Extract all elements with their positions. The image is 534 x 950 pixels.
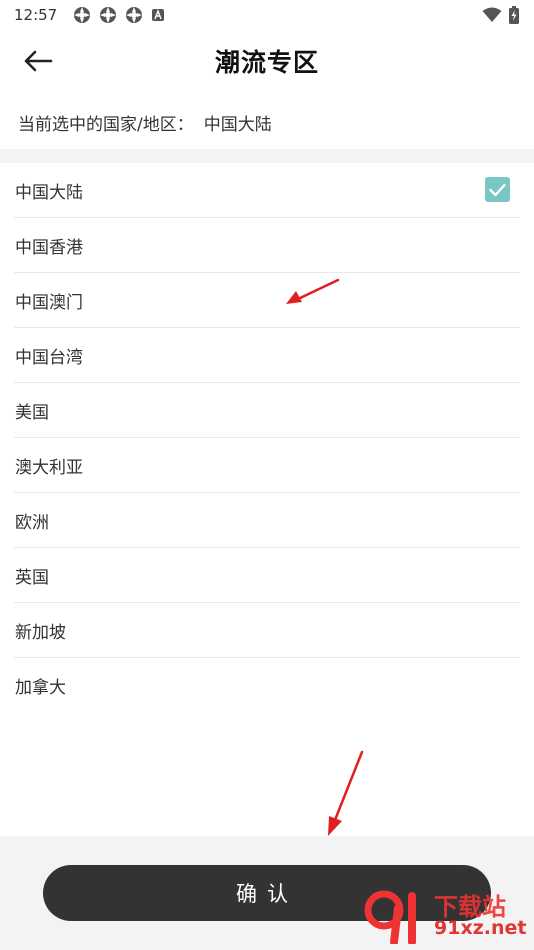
region-item-usa[interactable]: 美国 bbox=[14, 383, 520, 438]
current-region-value: 中国大陆 bbox=[203, 115, 272, 135]
app-notification-icon bbox=[126, 7, 143, 23]
region-label: 澳大利亚 bbox=[15, 457, 83, 478]
region-item-taiwan[interactable]: 中国台湾 bbox=[14, 328, 520, 383]
region-label: 中国澳门 bbox=[15, 292, 83, 313]
arrow-left-icon bbox=[24, 50, 53, 72]
section-divider bbox=[0, 149, 534, 163]
wifi-icon bbox=[482, 7, 502, 22]
current-region: 当前选中的国家/地区： 中国大陆 bbox=[18, 110, 272, 135]
region-item-europe[interactable]: 欧洲 bbox=[14, 493, 520, 548]
text-notification-icon bbox=[152, 9, 165, 21]
region-item-australia[interactable]: 澳大利亚 bbox=[14, 438, 520, 493]
region-label: 中国香港 bbox=[15, 237, 83, 258]
region-item-singapore[interactable]: 新加坡 bbox=[14, 603, 520, 658]
back-button[interactable] bbox=[20, 46, 56, 76]
app-notification-icon bbox=[74, 7, 91, 23]
region-item-macau[interactable]: 中国澳门 bbox=[14, 273, 520, 328]
region-item-canada[interactable]: 加拿大 bbox=[14, 658, 520, 713]
region-label: 欧洲 bbox=[15, 512, 49, 533]
region-label: 中国台湾 bbox=[15, 347, 83, 368]
watermark-line1: 下载站 bbox=[434, 892, 506, 921]
region-item-uk[interactable]: 英国 bbox=[14, 548, 520, 603]
region-list: 中国大陆 中国香港 中国澳门 中国台湾 美国 澳大利亚 欧洲 英国 新加坡 加拿… bbox=[14, 163, 520, 713]
watermark: 下载站 91xz.net bbox=[364, 888, 526, 944]
annotation-arrow-icon bbox=[328, 750, 364, 836]
region-label: 加拿大 bbox=[15, 678, 66, 698]
watermark-line2: 91xz.net bbox=[434, 916, 527, 939]
watermark-text: 下载站 91xz.net bbox=[434, 895, 526, 938]
notification-icons bbox=[73, 6, 165, 24]
app-notification-icon bbox=[100, 7, 117, 23]
watermark-logo-icon bbox=[364, 890, 416, 944]
region-label: 美国 bbox=[15, 402, 49, 423]
checkbox-checked-icon[interactable] bbox=[485, 177, 510, 202]
current-region-label: 当前选中的国家/地区： bbox=[18, 115, 194, 135]
page-title: 潮流专区 bbox=[214, 48, 319, 77]
status-bar: 12:57 bbox=[0, 0, 534, 30]
region-item-hongkong[interactable]: 中国香港 bbox=[14, 218, 520, 273]
region-label: 英国 bbox=[15, 567, 49, 588]
status-time: 12:57 bbox=[14, 6, 58, 24]
region-label: 新加坡 bbox=[15, 622, 66, 643]
status-right bbox=[482, 6, 520, 24]
app-bar: 潮流专区 bbox=[0, 30, 534, 92]
battery-icon bbox=[509, 6, 519, 24]
region-item-mainland[interactable]: 中国大陆 bbox=[14, 163, 520, 218]
region-label: 中国大陆 bbox=[15, 182, 83, 203]
